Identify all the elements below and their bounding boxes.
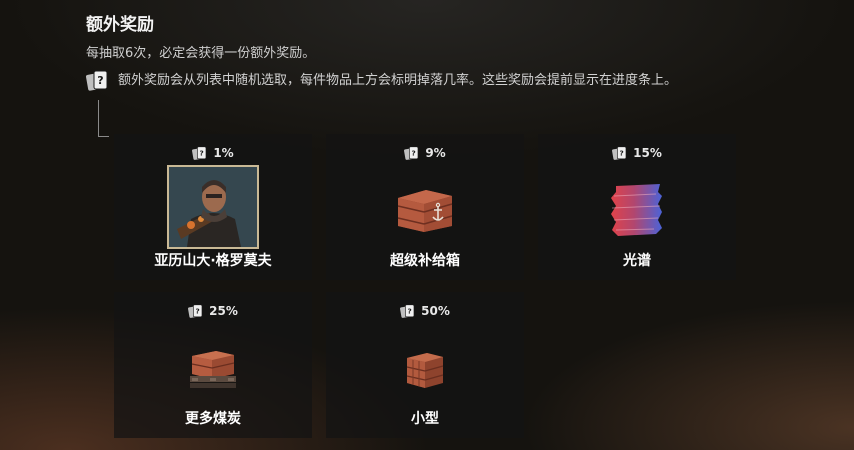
reward-card-small[interactable]: ? 50% 小型 bbox=[326, 292, 524, 438]
svg-text:?: ? bbox=[408, 306, 412, 315]
drop-chance: ? 50% bbox=[326, 302, 524, 320]
note-bracket bbox=[98, 100, 109, 137]
svg-text:?: ? bbox=[620, 148, 624, 157]
drop-chance-value: 1% bbox=[213, 146, 234, 160]
reward-card-spectrum[interactable]: ? 15% 光谱 bbox=[538, 134, 736, 280]
svg-text:?: ? bbox=[412, 148, 416, 157]
reward-card-more-coal[interactable]: ? 25% 更多煤炭 bbox=[114, 292, 312, 438]
drop-chance-value: 9% bbox=[425, 146, 446, 160]
drop-chance: ? 9% bbox=[326, 144, 524, 162]
svg-text:?: ? bbox=[200, 148, 204, 157]
drop-chance: ? 25% bbox=[114, 302, 312, 320]
card-question-icon: ? bbox=[188, 304, 203, 318]
reward-note: 额外奖励会从列表中随机选取，每件物品上方会标明掉落几率。这些奖励会提前显示在进度… bbox=[118, 73, 678, 88]
small-crate-icon bbox=[406, 353, 444, 388]
reward-label: 超级补给箱 bbox=[390, 253, 460, 269]
card-question-icon: ? bbox=[192, 145, 207, 160]
reward-card-gromov[interactable]: ? 1% 亚历山大·格罗莫夫 bbox=[114, 134, 312, 280]
card-question-icon: ? bbox=[400, 304, 415, 318]
drop-chance-value: 25% bbox=[209, 304, 238, 318]
reward-label: 更多煤炭 bbox=[185, 411, 241, 427]
supply-crate-icon bbox=[397, 190, 453, 232]
card-question-icon: ? bbox=[612, 145, 627, 160]
spectrum-paint-icon bbox=[611, 184, 662, 236]
drop-chance: ? 1% bbox=[114, 144, 312, 162]
reward-card-super-supply-crate[interactable]: ? 9% 超级补给箱 bbox=[326, 134, 524, 280]
svg-text:?: ? bbox=[196, 306, 200, 315]
card-question-icon: ? bbox=[404, 145, 419, 160]
drop-chance-value: 50% bbox=[421, 304, 450, 318]
reward-label: 光谱 bbox=[623, 253, 651, 269]
card-question-icon: ? bbox=[86, 70, 108, 91]
drop-chance-value: 15% bbox=[633, 146, 662, 160]
coal-crates-icon bbox=[190, 351, 236, 388]
character-portrait bbox=[167, 165, 259, 249]
drop-chance: ? 15% bbox=[538, 144, 736, 162]
reward-label: 小型 bbox=[411, 411, 439, 427]
reward-label: 亚历山大·格罗莫夫 bbox=[154, 253, 272, 269]
reward-title: 额外奖励 bbox=[86, 15, 154, 35]
reward-subtitle: 每抽取6次，必定会获得一份额外奖励。 bbox=[86, 46, 316, 61]
svg-text:?: ? bbox=[97, 74, 103, 87]
